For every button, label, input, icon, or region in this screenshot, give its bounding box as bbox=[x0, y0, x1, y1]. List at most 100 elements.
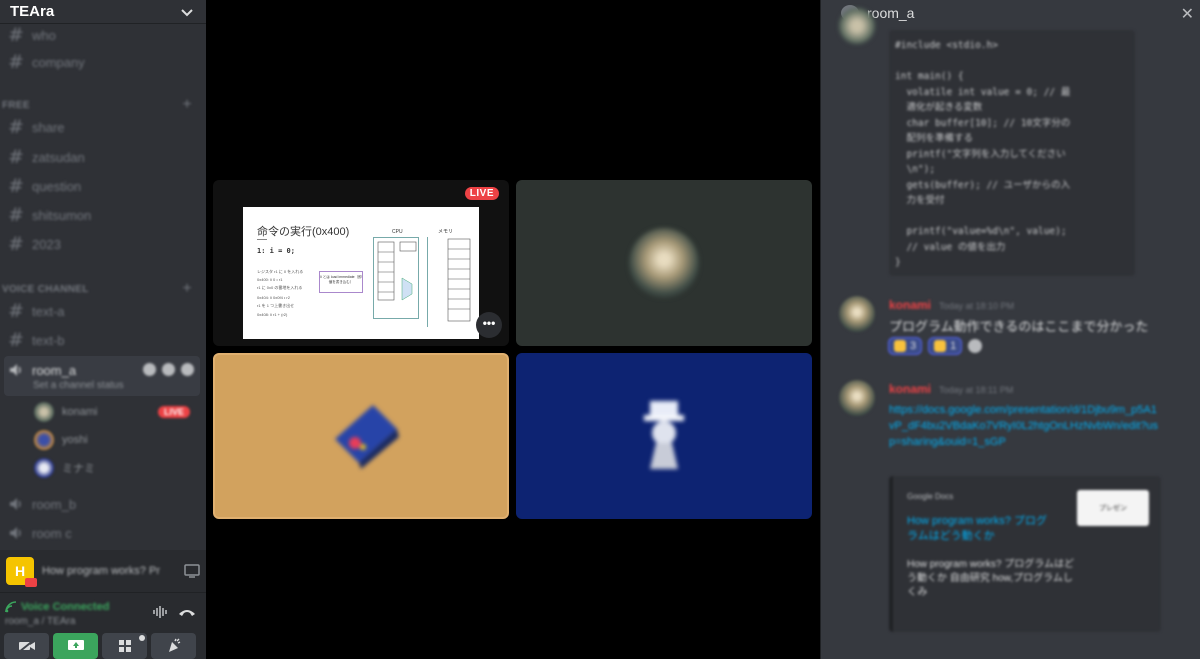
speaker-icon bbox=[10, 527, 21, 539]
camera-off-icon bbox=[17, 639, 35, 653]
embed-thumbnail[interactable]: プレゼン bbox=[1077, 490, 1149, 526]
message-time: Today at 18:10 PM bbox=[939, 301, 1015, 311]
screen-share-button[interactable] bbox=[53, 633, 98, 659]
close-icon[interactable]: ✕ bbox=[1181, 4, 1194, 24]
code-line: \n"); bbox=[895, 164, 936, 175]
channel-2023[interactable]: # 2023 bbox=[8, 235, 198, 254]
voice-user-konami[interactable]: konami bbox=[34, 402, 97, 422]
message-link[interactable]: https://docs.google.com/presentation/d/1… bbox=[889, 402, 1159, 450]
character-avatar-icon bbox=[644, 401, 684, 469]
add-reaction-icon[interactable] bbox=[968, 339, 983, 353]
disconnect-phone-icon[interactable] bbox=[178, 607, 196, 617]
message-author[interactable]: konami Today at 18:11 PM bbox=[889, 382, 1013, 396]
server-header[interactable]: TEAra bbox=[0, 0, 206, 24]
voice-channel-room-c[interactable]: room c bbox=[8, 525, 198, 541]
register-diagram-icon bbox=[377, 241, 417, 301]
chat-bubble-icon[interactable] bbox=[143, 363, 156, 376]
embed-provider: Google Docs bbox=[907, 492, 954, 501]
memory-label: メモリ bbox=[438, 229, 454, 235]
channel-label: question bbox=[32, 179, 82, 194]
channel-question[interactable]: # question bbox=[8, 177, 198, 196]
channel-shitsumon[interactable]: # shitsumon bbox=[8, 206, 198, 225]
participant-tile-konami[interactable] bbox=[516, 180, 812, 346]
voice-status-label: Voice Connected bbox=[21, 601, 110, 613]
channel-label: company bbox=[32, 55, 85, 70]
voice-user-minami[interactable]: ミナミ bbox=[34, 458, 95, 478]
new-dot-icon bbox=[139, 635, 145, 641]
embed-title[interactable]: How program works? プログラムはどう動くか bbox=[907, 514, 1057, 544]
code-line: 力を受付 bbox=[895, 195, 945, 206]
voice-user-name: yoshi bbox=[62, 434, 88, 446]
hash-icon: # bbox=[8, 175, 24, 197]
add-channel-icon[interactable]: + bbox=[182, 280, 192, 298]
category-label: FREE bbox=[2, 99, 30, 111]
reaction-confetti[interactable]: 1 bbox=[928, 337, 963, 355]
speaker-icon bbox=[10, 498, 21, 510]
participant-tile-minami[interactable] bbox=[516, 353, 812, 519]
participant-tile-yoshi[interactable] bbox=[213, 353, 509, 519]
code-line: printf("文字列を入力してください bbox=[895, 148, 1066, 160]
rocket-icon bbox=[118, 640, 131, 652]
gear-icon[interactable] bbox=[181, 363, 194, 376]
avatar[interactable] bbox=[839, 296, 875, 332]
voice-channel-room-b[interactable]: room_b bbox=[8, 496, 198, 512]
category-voice[interactable]: VOICE CHANNEL + bbox=[0, 280, 206, 298]
channel-status-text[interactable]: Set a channel status bbox=[33, 380, 124, 391]
presentation-slide: 命令の実行(0x400) 1: i = 0; レジスタ r1 に 0 を入れる … bbox=[243, 207, 479, 339]
reaction-count: 3 bbox=[910, 340, 917, 352]
thumbs-up-icon bbox=[894, 340, 906, 352]
stream-preview-bar[interactable]: H How program works? Pr bbox=[0, 550, 206, 592]
code-line: // value の値を出力 bbox=[895, 241, 1006, 253]
soundboard-button[interactable] bbox=[151, 633, 196, 659]
more-options-button[interactable]: ••• bbox=[476, 312, 502, 338]
channel-company[interactable]: # company bbox=[8, 53, 198, 72]
app-root: TEAra # who # company FREE + # share # z… bbox=[0, 0, 1200, 659]
reaction-thumbs-up[interactable]: 3 bbox=[888, 337, 923, 355]
popout-icon[interactable] bbox=[184, 564, 200, 578]
reaction-count: 1 bbox=[950, 340, 957, 352]
channel-who[interactable]: # who bbox=[8, 26, 198, 45]
code-line: #include <stdio.h> bbox=[895, 40, 998, 51]
voice-user-name: konami bbox=[62, 406, 98, 418]
hash-icon: # bbox=[8, 146, 24, 168]
category-label: VOICE CHANNEL bbox=[2, 283, 89, 295]
channel-zatsudan[interactable]: # zatsudan bbox=[8, 148, 198, 167]
noise-suppression-icon[interactable] bbox=[152, 605, 168, 619]
link-embed: Google Docs How program works? プログラムはどう動… bbox=[889, 476, 1161, 632]
stream-badge: H bbox=[14, 563, 26, 579]
avatar bbox=[34, 430, 54, 450]
hash-icon: # bbox=[8, 233, 24, 255]
hash-icon: # bbox=[8, 51, 24, 73]
channel-text-a[interactable]: # text-a bbox=[8, 302, 198, 321]
activity-button[interactable] bbox=[102, 633, 147, 659]
slide-line: 0x408: li r1 + (r2) bbox=[257, 312, 288, 317]
channel-label: text-b bbox=[32, 333, 65, 348]
room-actions bbox=[143, 363, 194, 376]
category-free[interactable]: FREE + bbox=[0, 96, 206, 114]
live-badge: LIVE bbox=[158, 406, 191, 418]
camera-off-button[interactable] bbox=[4, 633, 49, 659]
message-author[interactable]: konami Today at 18:10 PM bbox=[889, 298, 1014, 312]
slide-line: 0x404: li 0x0f4 • r2 bbox=[257, 295, 290, 300]
slide-line: レジスタ r1 に 0 を入れる bbox=[257, 269, 304, 274]
stream-thumbnail: H bbox=[6, 557, 37, 587]
screen-share-tile[interactable]: 命令の実行(0x400) 1: i = 0; レジスタ r1 に 0 を入れる … bbox=[213, 180, 509, 346]
voice-button-row bbox=[4, 633, 196, 659]
add-member-icon[interactable] bbox=[162, 363, 175, 376]
code-line: gets(buffer); // ユーザからの入 bbox=[895, 179, 1070, 191]
add-channel-icon[interactable]: + bbox=[182, 96, 192, 114]
voice-user-yoshi[interactable]: yoshi bbox=[34, 430, 88, 450]
hash-icon: # bbox=[8, 204, 24, 226]
slide-divider bbox=[257, 239, 267, 240]
chat-header: room_a bbox=[821, 0, 1200, 26]
book-avatar-icon bbox=[335, 405, 399, 469]
slide-line: r1 に 0x0 の番地を入れる bbox=[257, 285, 303, 290]
avatar[interactable] bbox=[839, 380, 875, 416]
memory-diagram: メモリ bbox=[427, 229, 471, 327]
voice-status[interactable]: Voice Connected bbox=[5, 601, 109, 613]
channel-text-b[interactable]: # text-b bbox=[8, 331, 198, 350]
channel-share[interactable]: # share bbox=[8, 118, 198, 137]
slide-line: 0x400: li 0 • r1 bbox=[257, 277, 283, 282]
embed-description: How program works? プログラムはどう動くか 自由研究 how,… bbox=[907, 559, 1074, 598]
hash-icon: # bbox=[8, 329, 24, 351]
